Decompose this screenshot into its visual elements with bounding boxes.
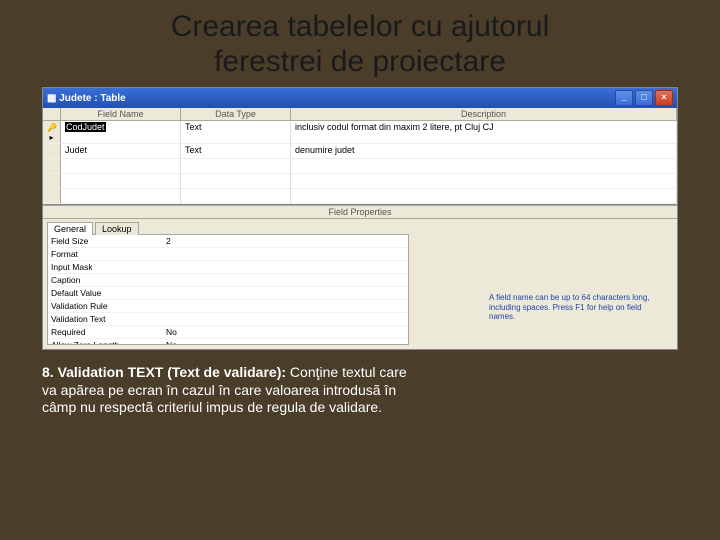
help-hint: A field name can be up to 64 characters … (489, 293, 669, 321)
maximize-button[interactable]: □ (635, 90, 653, 106)
prop-name: Allow Zero Length (48, 339, 163, 345)
grid-header-row: Field Name Data Type Description (43, 108, 677, 121)
prop-name: Validation Rule (48, 300, 163, 313)
data-type-cell[interactable]: Text (181, 144, 291, 159)
prop-value[interactable] (163, 248, 408, 261)
access-table-design-window: ▦ Judete : Table _ □ × Field Name Data T… (42, 87, 678, 350)
caption-lead: 8. Validation TEXT (Text de validare): (42, 364, 286, 380)
field-properties-pane: General Lookup Field Size2 Format Input … (43, 219, 677, 349)
design-grid: Field Name Data Type Description 🔑▸ CodJ… (43, 108, 677, 205)
description-cell[interactable]: inclusiv codul format din maxim 2 litere… (291, 121, 677, 144)
prop-name: Field Size (48, 235, 163, 248)
primary-key-icon: 🔑▸ (43, 121, 61, 144)
title-line2: ferestrei de proiectare (214, 45, 506, 78)
minimize-button[interactable]: _ (615, 90, 633, 106)
prop-name: Input Mask (48, 261, 163, 274)
title-line1: Crearea tabelelor cu ajutorul (171, 10, 550, 43)
tab-lookup[interactable]: Lookup (95, 222, 139, 235)
table-row[interactable] (43, 174, 677, 189)
grid-header-description: Description (291, 108, 677, 121)
prop-name: Validation Text (48, 313, 163, 326)
prop-name: Required (48, 326, 163, 339)
table-icon: ▦ (47, 93, 56, 104)
prop-value[interactable] (163, 261, 408, 274)
prop-value[interactable] (163, 313, 408, 326)
tab-general[interactable]: General (47, 222, 93, 235)
table-row[interactable] (43, 159, 677, 174)
prop-value[interactable] (163, 287, 408, 300)
grid-header-selector (43, 108, 61, 121)
table-row[interactable]: Judet Text denumire judet (43, 144, 677, 159)
window-titlebar: ▦ Judete : Table _ □ × (43, 88, 677, 108)
grid-header-datatype: Data Type (181, 108, 291, 121)
prop-name: Default Value (48, 287, 163, 300)
window-title: Judete : Table (59, 93, 126, 104)
prop-value[interactable]: No (163, 339, 408, 345)
data-type-cell[interactable]: Text (181, 121, 291, 144)
close-button[interactable]: × (655, 90, 673, 106)
field-properties-label: Field Properties (43, 205, 677, 219)
table-row[interactable]: 🔑▸ CodJudet Text inclusiv codul format d… (43, 121, 677, 144)
table-row[interactable] (43, 189, 677, 204)
field-name-cell[interactable]: Judet (61, 144, 181, 159)
prop-name: Format (48, 248, 163, 261)
field-name-cell[interactable]: CodJudet (61, 121, 181, 144)
row-selector[interactable] (43, 144, 61, 159)
slide-title: Crearea tabelelor cu ajutorul ferestrei … (0, 0, 720, 83)
property-tabs: General Lookup (43, 219, 413, 234)
properties-table: Field Size2 Format Input Mask Caption De… (47, 234, 409, 345)
prop-value[interactable] (163, 300, 408, 313)
prop-name: Caption (48, 274, 163, 287)
grid-header-fieldname: Field Name (61, 108, 181, 121)
prop-value[interactable]: No (163, 326, 408, 339)
prop-value[interactable] (163, 274, 408, 287)
description-cell[interactable]: denumire judet (291, 144, 677, 159)
prop-value[interactable]: 2 (163, 235, 408, 248)
slide-caption: 8. Validation TEXT (Text de validare): C… (0, 358, 464, 417)
